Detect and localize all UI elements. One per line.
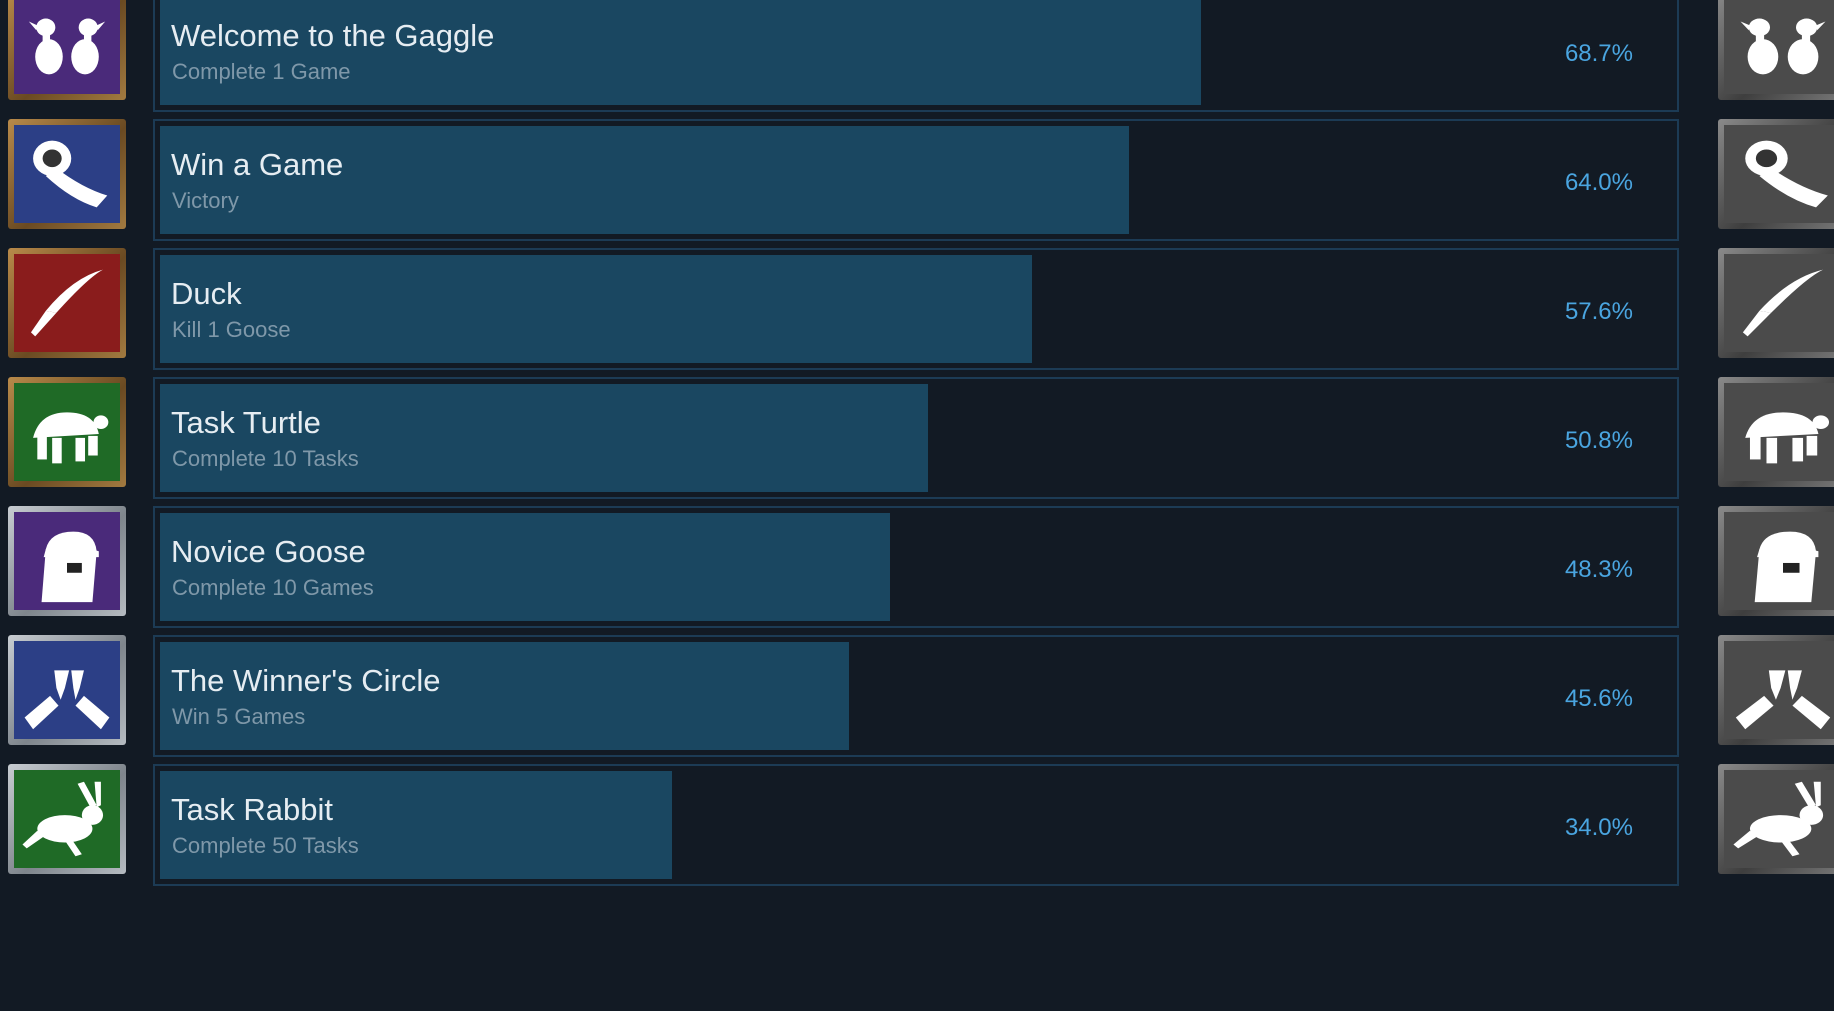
goose-pair-icon: [8, 0, 126, 100]
unlock-percentage: 68.7%: [1564, 40, 1633, 67]
achievement-row: Win a Game Victory 64.0%: [0, 119, 1834, 241]
achievement-title: Welcome to the Gaggle: [171, 18, 495, 53]
achievement-row: Novice Goose Complete 10 Games 48.3%: [0, 506, 1834, 628]
achievement-description: Victory: [172, 188, 239, 213]
rabbit-icon: [8, 764, 126, 874]
unlock-percentage: 48.3%: [1564, 556, 1633, 583]
toast-glasses-icon: [8, 635, 126, 745]
ribbon-award-icon: [8, 119, 126, 229]
unlock-percentage: 64.0%: [1564, 169, 1633, 196]
achievement-row: Welcome to the Gaggle Complete 1 Game 68.7…: [0, 0, 1834, 112]
turtle-locked-icon: [1718, 377, 1834, 487]
turtle-icon: [8, 377, 126, 487]
toast-glasses-locked-icon: [1718, 635, 1834, 745]
achievement-description: Complete 1 Game: [172, 59, 351, 84]
achievement-description: Win 5 Games: [172, 704, 306, 729]
achievement-row: Task Turtle Complete 10 Tasks 50.8%: [0, 377, 1834, 499]
achievement-title: Task Turtle: [171, 405, 321, 440]
progress-bar: Task Rabbit Complete 50 Tasks 34.0%: [153, 764, 1679, 886]
unlock-percentage: 50.8%: [1564, 427, 1633, 454]
progress-bar: Novice Goose Complete 10 Games 48.3%: [153, 506, 1679, 628]
achievement-description: Complete 50 Tasks: [172, 833, 359, 858]
achievement-title: Task Rabbit: [171, 792, 333, 827]
achievement-title: Duck: [171, 276, 242, 311]
progress-bar: Task Turtle Complete 10 Tasks 50.8%: [153, 377, 1679, 499]
knife-locked-icon: [1718, 248, 1834, 358]
achievement-row: The Winner's Circle Win 5 Games 45.6%: [0, 635, 1834, 757]
rabbit-locked-icon: [1718, 764, 1834, 874]
achievement-row: Duck Kill 1 Goose 57.6%: [0, 248, 1834, 370]
achievement-title: The Winner's Circle: [171, 663, 441, 698]
goose-helmet-locked-icon: [1718, 506, 1834, 616]
goose-helmet-icon: [8, 506, 126, 616]
progress-bar: The Winner's Circle Win 5 Games 45.6%: [153, 635, 1679, 757]
achievement-row: Task Rabbit Complete 50 Tasks 34.0%: [0, 764, 1834, 886]
achievement-title: Novice Goose: [171, 534, 366, 569]
progress-fill: [160, 255, 1032, 363]
achievement-description: Kill 1 Goose: [172, 317, 291, 342]
progress-bar: Welcome to the Gaggle Complete 1 Game 68.7…: [153, 0, 1679, 112]
unlock-percentage: 34.0%: [1564, 814, 1633, 841]
ribbon-award-locked-icon: [1718, 119, 1834, 229]
achievement-title: Win a Game: [171, 147, 344, 182]
achievement-description: Complete 10 Tasks: [172, 446, 359, 471]
unlock-percentage: 57.6%: [1564, 298, 1633, 325]
progress-bar: Duck Kill 1 Goose 57.6%: [153, 248, 1679, 370]
goose-pair-locked-icon: [1718, 0, 1834, 100]
unlock-percentage: 45.6%: [1564, 685, 1633, 712]
achievement-description: Complete 10 Games: [172, 575, 374, 600]
progress-bar: Win a Game Victory 64.0%: [153, 119, 1679, 241]
knife-icon: [8, 248, 126, 358]
